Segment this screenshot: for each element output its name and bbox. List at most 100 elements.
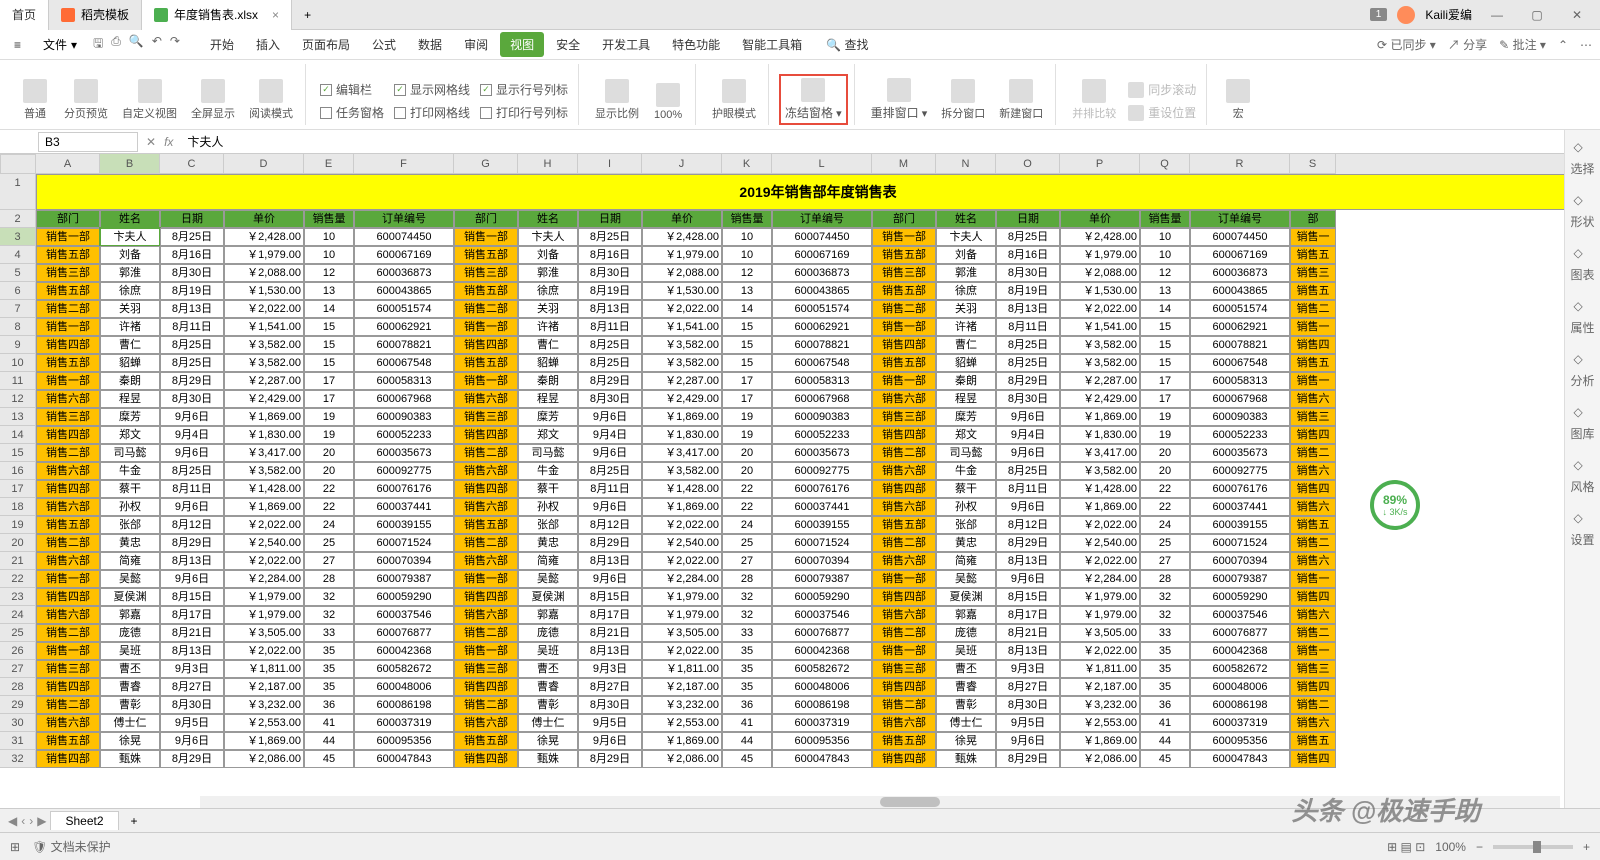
cell[interactable]: 8月13日 — [996, 300, 1060, 318]
cell[interactable]: ￥2,287.00 — [1060, 372, 1140, 390]
col-header[interactable]: P — [1060, 154, 1140, 174]
cell[interactable]: 19 — [1140, 426, 1190, 444]
cell[interactable]: 600582672 — [1190, 660, 1290, 678]
cell[interactable]: ￥1,979.00 — [642, 588, 722, 606]
cell[interactable]: 8月15日 — [996, 588, 1060, 606]
cell[interactable]: 曹丕 — [936, 660, 996, 678]
header-cell[interactable]: 日期 — [578, 210, 642, 228]
cell[interactable]: 44 — [304, 732, 354, 750]
side-item-风格[interactable]: ◇风格 — [1570, 458, 1594, 495]
cell[interactable]: 貂蝉 — [100, 354, 160, 372]
cell[interactable]: 600048006 — [354, 678, 454, 696]
add-sheet-icon[interactable]: + — [123, 814, 146, 828]
row-header[interactable]: 8 — [0, 318, 36, 336]
cell[interactable]: 600095356 — [772, 732, 872, 750]
cell[interactable]: 简雍 — [936, 552, 996, 570]
header-cell[interactable]: 单价 — [642, 210, 722, 228]
cell[interactable]: 张郃 — [518, 516, 578, 534]
cell[interactable]: ￥2,022.00 — [224, 642, 304, 660]
cell[interactable]: 孙权 — [518, 498, 578, 516]
cell[interactable]: 8月25日 — [578, 336, 642, 354]
cell[interactable]: 41 — [1140, 714, 1190, 732]
cell[interactable]: 黄忠 — [936, 534, 996, 552]
cell[interactable]: 600058313 — [354, 372, 454, 390]
cell[interactable]: 张郃 — [100, 516, 160, 534]
cell[interactable]: ￥1,979.00 — [1060, 606, 1140, 624]
cell[interactable]: 甄姝 — [936, 750, 996, 768]
cell[interactable]: 14 — [1140, 300, 1190, 318]
cell[interactable]: 600051574 — [1190, 300, 1290, 318]
cell[interactable]: 销售二部 — [454, 534, 518, 552]
cell[interactable]: 32 — [1140, 588, 1190, 606]
cell[interactable]: 销售六 — [1290, 498, 1336, 516]
cell[interactable]: 25 — [1140, 534, 1190, 552]
cell[interactable]: 销售四部 — [454, 480, 518, 498]
cell[interactable]: ￥1,811.00 — [1060, 660, 1140, 678]
cell[interactable]: 8月13日 — [160, 642, 224, 660]
cell[interactable]: 销售二 — [1290, 300, 1336, 318]
sheet-nav-first[interactable]: ◀ — [8, 814, 17, 828]
cell[interactable]: 9月3日 — [160, 660, 224, 678]
cell[interactable]: 销售四 — [1290, 336, 1336, 354]
cell[interactable]: ￥1,979.00 — [224, 246, 304, 264]
cell[interactable]: 销售三 — [1290, 660, 1336, 678]
side-item-分析[interactable]: ◇分析 — [1570, 352, 1594, 389]
cell[interactable]: 600042368 — [354, 642, 454, 660]
cell[interactable]: 600086198 — [772, 696, 872, 714]
cell[interactable]: 关羽 — [100, 300, 160, 318]
cell[interactable]: 销售四部 — [454, 336, 518, 354]
cell[interactable]: 蔡干 — [100, 480, 160, 498]
zoom-ratio[interactable]: 显示比例 — [589, 75, 645, 125]
cell[interactable]: 8月15日 — [160, 588, 224, 606]
cell[interactable]: ￥2,088.00 — [224, 264, 304, 282]
cell[interactable]: 600067169 — [772, 246, 872, 264]
cell[interactable]: 32 — [304, 606, 354, 624]
cell[interactable]: 销售一 — [1290, 228, 1336, 246]
cell[interactable]: 13 — [304, 282, 354, 300]
row-header[interactable]: 28 — [0, 678, 36, 696]
cell[interactable]: 600071524 — [354, 534, 454, 552]
cell[interactable]: 8月30日 — [578, 390, 642, 408]
row-header[interactable]: 4 — [0, 246, 36, 264]
cell[interactable]: 8月25日 — [160, 336, 224, 354]
cell[interactable]: 8月30日 — [160, 264, 224, 282]
cell[interactable]: 销售一 — [1290, 642, 1336, 660]
header-cell[interactable]: 订单编号 — [354, 210, 454, 228]
cell[interactable]: ￥3,232.00 — [1060, 696, 1140, 714]
cell[interactable]: ￥2,086.00 — [1060, 750, 1140, 768]
cell[interactable]: 44 — [722, 732, 772, 750]
cell[interactable]: 销售三 — [1290, 408, 1336, 426]
cell[interactable]: 吴班 — [518, 642, 578, 660]
cell[interactable]: 8月29日 — [578, 750, 642, 768]
col-header[interactable]: S — [1290, 154, 1336, 174]
cell[interactable]: 9月6日 — [996, 498, 1060, 516]
cell[interactable]: 徐庶 — [100, 282, 160, 300]
cell[interactable]: 600070394 — [772, 552, 872, 570]
search-button[interactable]: 🔍 查找 — [820, 32, 874, 57]
cell[interactable]: 曹彰 — [100, 696, 160, 714]
cell[interactable]: 600071524 — [1190, 534, 1290, 552]
cell[interactable]: 销售三部 — [454, 264, 518, 282]
cell[interactable]: 卞夫人 — [100, 228, 160, 246]
cell[interactable]: ￥2,022.00 — [224, 300, 304, 318]
cell[interactable]: 15 — [722, 354, 772, 372]
cell[interactable]: 销售一部 — [872, 228, 936, 246]
cell[interactable]: 8月29日 — [996, 750, 1060, 768]
cell[interactable]: 35 — [1140, 642, 1190, 660]
cell[interactable]: 22 — [722, 480, 772, 498]
cell[interactable]: 44 — [1140, 732, 1190, 750]
cell[interactable]: 15 — [722, 336, 772, 354]
col-header[interactable]: G — [454, 154, 518, 174]
cell[interactable]: ￥2,540.00 — [642, 534, 722, 552]
cell[interactable]: 销售三部 — [454, 408, 518, 426]
cell[interactable]: 销售四 — [1290, 588, 1336, 606]
cell[interactable]: 8月27日 — [996, 678, 1060, 696]
cell[interactable]: ￥3,582.00 — [224, 354, 304, 372]
row-header[interactable]: 7 — [0, 300, 36, 318]
cell[interactable]: 吴班 — [100, 642, 160, 660]
cell[interactable]: 销售三部 — [454, 660, 518, 678]
cell[interactable]: ￥2,553.00 — [1060, 714, 1140, 732]
cell[interactable]: 销售五部 — [872, 282, 936, 300]
cell[interactable]: ￥2,022.00 — [224, 552, 304, 570]
cell[interactable]: 销售四部 — [872, 588, 936, 606]
